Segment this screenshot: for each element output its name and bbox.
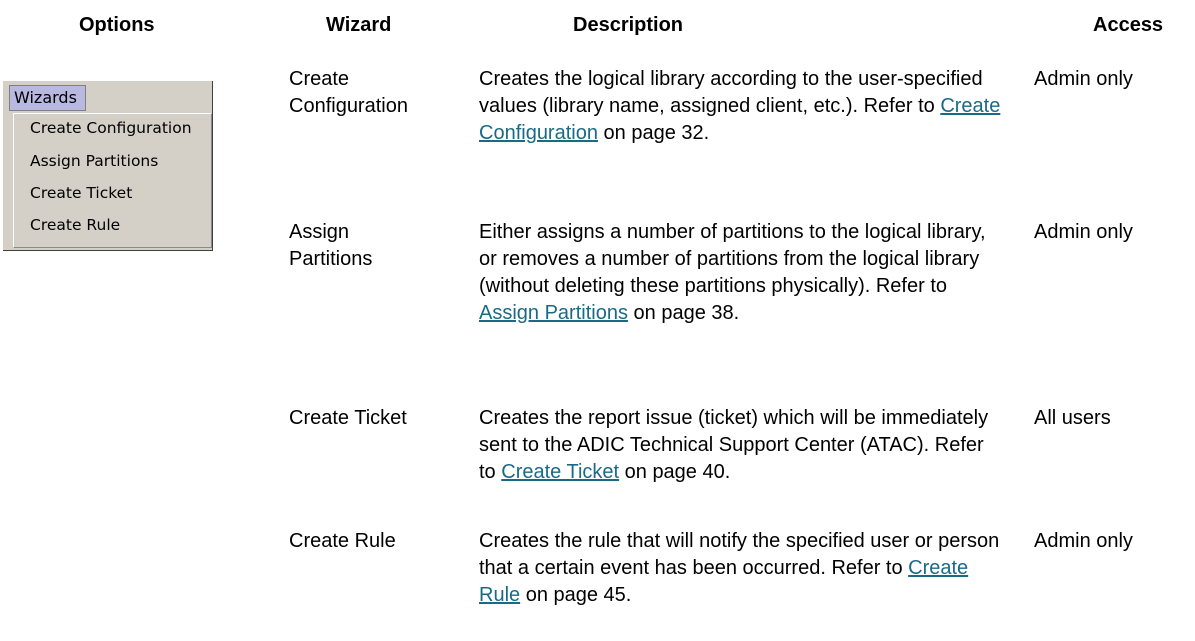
- header-description: Description: [573, 14, 684, 36]
- row-2-access: Admin only: [1034, 221, 1133, 243]
- row-3-access: All users: [1034, 407, 1111, 429]
- wizards-menu-tab: Wizards: [9, 85, 86, 111]
- menu-item-create-rule: Create Rule: [30, 216, 121, 234]
- row-4-wizard-line1: Create Rule: [289, 530, 396, 552]
- row-1-wizard-line1: Create: [289, 68, 350, 90]
- menu-item-create-ticket: Create Ticket: [30, 184, 133, 202]
- row-3-description: Creates the report issue (ticket) which …: [479, 405, 1004, 486]
- link-create-ticket[interactable]: Create Ticket: [501, 461, 619, 483]
- row-4-desc-page: on page 45.: [520, 584, 632, 606]
- menu-bar-background: [107, 84, 212, 110]
- menu-item-assign-partitions: Assign Partitions: [30, 152, 159, 170]
- row-2-description: Either assigns a number of partitions to…: [479, 219, 1004, 327]
- row-2-desc-page: on page 38.: [627, 302, 740, 324]
- row-1-wizard-line2: Configuration: [289, 95, 408, 117]
- header-access: Access: [1093, 14, 1164, 36]
- row-1-access: Admin only: [1034, 68, 1133, 90]
- header-wizard: Wizard: [326, 14, 392, 36]
- wizards-menu-screenshot: Wizards Create Configuration Assign Part…: [3, 81, 213, 251]
- row-4-wizard: Create Rule: [289, 528, 459, 555]
- row-3-wizard: Create Ticket: [289, 405, 459, 432]
- wizards-dropdown: Create Configuration Assign Partitions C…: [13, 113, 212, 248]
- row-2-wizard-line2: Partitions: [289, 248, 373, 270]
- row-1-desc-page: on page 32.: [597, 122, 710, 144]
- row-3-desc-page: on page 40.: [619, 461, 731, 483]
- row-1-wizard: Create Configuration: [289, 66, 459, 120]
- row-4-description: Creates the rule that will notify the sp…: [479, 528, 1004, 609]
- header-options: Options: [79, 14, 155, 36]
- menu-item-create-configuration: Create Configuration: [30, 119, 192, 137]
- row-2-wizard-line1: Assign: [289, 221, 350, 243]
- link-assign-partitions[interactable]: Assign Partitions: [479, 302, 628, 324]
- row-2-desc-text: Either assigns a number of partitions to…: [479, 221, 986, 297]
- row-1-description: Creates the logical library according to…: [479, 66, 1004, 147]
- row-1-desc-text: Creates the logical library according to…: [479, 68, 983, 117]
- row-4-access: Admin only: [1034, 530, 1133, 552]
- row-3-wizard-line1: Create Ticket: [289, 407, 407, 429]
- row-2-wizard: Assign Partitions: [289, 219, 459, 273]
